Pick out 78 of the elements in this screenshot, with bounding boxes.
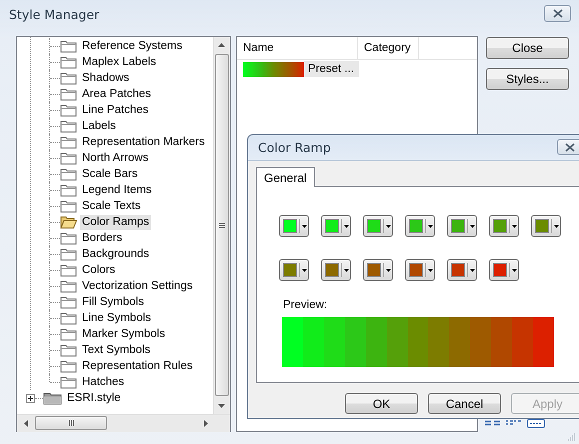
dropdown-arrow-icon xyxy=(302,268,307,272)
tree-item[interactable]: Vectorization Settings xyxy=(80,278,195,294)
dropdown-arrow-icon xyxy=(344,268,349,272)
color-picker-button[interactable] xyxy=(489,215,519,237)
color-picker-button[interactable] xyxy=(447,215,477,237)
color-picker-button[interactable] xyxy=(489,259,519,281)
details-view-icon[interactable] xyxy=(527,419,545,428)
tree-item[interactable]: Legend Items xyxy=(80,182,154,198)
window-button[interactable]: Close xyxy=(486,37,569,59)
dropdown-arrow-icon xyxy=(554,224,559,228)
tree-item[interactable]: Borders xyxy=(80,230,124,246)
small-icons-icon[interactable] xyxy=(506,420,521,427)
preview-label: Preview: xyxy=(283,299,328,311)
column-header[interactable]: Name xyxy=(237,37,358,59)
close-button[interactable] xyxy=(557,139,579,155)
dropdown-arrow-icon xyxy=(470,268,475,272)
tree-item[interactable]: Line Symbols xyxy=(80,310,154,326)
dropdown-arrow-icon xyxy=(512,224,517,228)
color-picker-button[interactable] xyxy=(531,215,561,237)
tree-item[interactable]: ESRI.style xyxy=(65,390,123,406)
tree-item[interactable]: Area Patches xyxy=(80,86,154,102)
color-picker-button[interactable] xyxy=(321,259,351,281)
expand-icon[interactable] xyxy=(26,394,35,402)
color-picker-button[interactable] xyxy=(321,215,351,237)
close-button[interactable] xyxy=(544,5,571,22)
close-icon xyxy=(564,142,574,152)
dropdown-arrow-icon xyxy=(428,268,433,272)
tree-item[interactable]: Scale Bars xyxy=(80,166,140,182)
tree-item[interactable]: Color Ramps xyxy=(80,214,152,230)
tree-item[interactable]: Representation Markers xyxy=(80,134,207,150)
tree-item[interactable]: North Arrows xyxy=(80,150,150,166)
scroll-right-icon[interactable] xyxy=(204,420,208,427)
tree-item[interactable]: Hatches xyxy=(80,374,126,390)
dropdown-arrow-icon xyxy=(512,268,517,272)
color-ramp-swatch xyxy=(243,62,304,76)
tree-item[interactable]: Fill Symbols xyxy=(80,294,146,310)
vertical-scrollbar[interactable] xyxy=(213,37,230,414)
tree-item[interactable]: Maplex Labels xyxy=(80,54,158,70)
tree-item[interactable]: Labels xyxy=(80,118,118,134)
window-button[interactable]: Styles... xyxy=(486,68,569,90)
list-view-icon[interactable] xyxy=(485,420,500,427)
tree-item[interactable]: Shadows xyxy=(80,70,132,86)
dropdown-arrow-icon xyxy=(344,224,349,228)
color-picker-button[interactable] xyxy=(405,215,435,237)
dialog-title: Color Ramp xyxy=(258,140,331,155)
dropdown-arrow-icon xyxy=(386,268,391,272)
color-picker-button[interactable] xyxy=(363,259,393,281)
close-icon xyxy=(552,9,562,18)
color-picker-button[interactable] xyxy=(279,215,309,237)
scroll-up-icon[interactable] xyxy=(218,43,225,47)
window-title: Style Manager xyxy=(9,6,100,22)
resize-grip-icon[interactable] xyxy=(568,433,576,441)
tree-item[interactable]: Line Patches xyxy=(80,102,150,118)
dialog-button[interactable]: OK xyxy=(345,393,418,414)
color-picker-button[interactable] xyxy=(279,259,309,281)
grip-icon xyxy=(219,222,225,228)
dialog-button[interactable]: Cancel xyxy=(428,393,501,414)
style-name[interactable]: Preset ... xyxy=(304,61,359,77)
dropdown-arrow-icon xyxy=(302,224,307,228)
horizontal-scrollbar[interactable] xyxy=(17,414,230,432)
color-picker-button[interactable] xyxy=(363,215,393,237)
column-header[interactable]: Category xyxy=(358,37,419,59)
color-picker-button[interactable] xyxy=(447,259,477,281)
grip-icon xyxy=(68,420,74,426)
tree-item[interactable]: Marker Symbols xyxy=(80,326,168,342)
color-picker-button[interactable] xyxy=(405,259,435,281)
tab[interactable]: General xyxy=(256,167,315,187)
tree-item[interactable]: Colors xyxy=(80,262,118,278)
tree-item[interactable]: Reference Systems xyxy=(80,38,184,54)
scroll-down-icon[interactable] xyxy=(218,404,225,408)
tree-item[interactable]: Text Symbols xyxy=(80,342,152,358)
dropdown-arrow-icon xyxy=(428,224,433,228)
scroll-left-icon[interactable] xyxy=(24,420,28,427)
tree-item[interactable]: Scale Texts xyxy=(80,198,143,214)
dropdown-arrow-icon xyxy=(386,224,391,228)
tree-item[interactable]: Backgrounds xyxy=(80,246,152,262)
dropdown-arrow-icon xyxy=(470,224,475,228)
tree-item[interactable]: Representation Rules xyxy=(80,358,195,374)
